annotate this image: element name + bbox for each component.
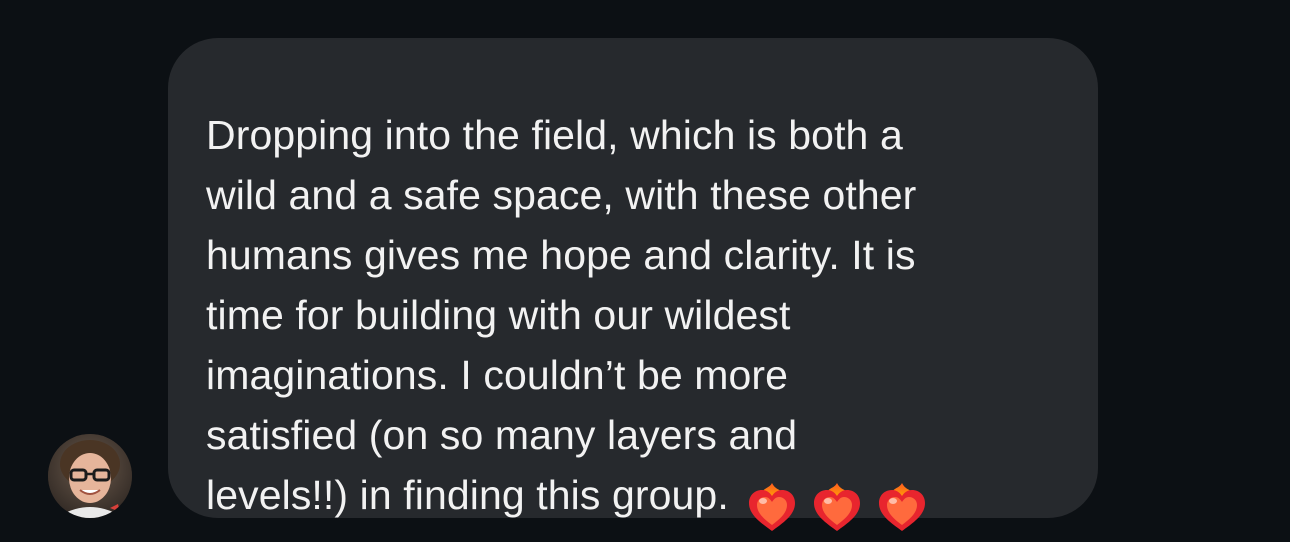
avatar[interactable]: [48, 434, 132, 518]
message-line: satisfied (on so many layers and: [206, 412, 798, 458]
message-text: Dropping into the field, which is both a…: [206, 105, 1062, 537]
message-line: levels!!) in finding this group.: [206, 472, 729, 518]
heart-on-fire-icon: [873, 479, 931, 537]
message-bubble[interactable]: Dropping into the field, which is both a…: [168, 38, 1098, 532]
message-line: wild and a safe space, with these other: [206, 172, 917, 218]
message-line: humans gives me hope and clarity. It is: [206, 232, 916, 278]
emoji-group: [743, 475, 938, 537]
message-line: time for building with our wildest: [206, 292, 791, 338]
chat-thread: Dropping into the field, which is both a…: [0, 0, 1290, 542]
message-line: imaginations. I couldn’t be more: [206, 352, 789, 398]
message-last-line: levels!!) in finding this group.: [206, 465, 1062, 537]
avatar-photo-icon: [48, 434, 132, 518]
heart-on-fire-icon: [808, 479, 866, 537]
message-line: Dropping into the field, which is both a: [206, 112, 903, 158]
heart-on-fire-icon: [743, 479, 801, 537]
